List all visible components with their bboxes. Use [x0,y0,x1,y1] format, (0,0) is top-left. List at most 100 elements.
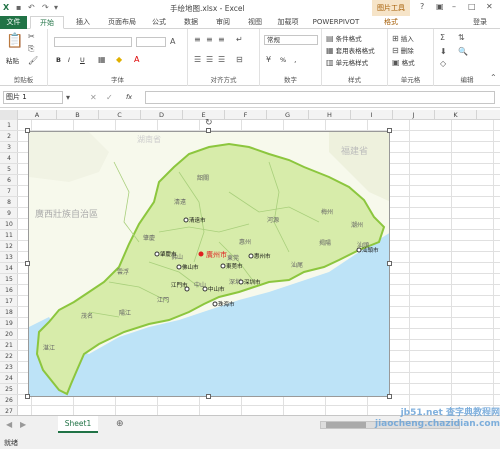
map-picture[interactable]: 湖南省 福建省 廣西壯族自治區 韶關 清遠 河源 梅州 潮州 肇慶 揭陽 汕頭 … [28,131,390,397]
paste-button-label[interactable]: 粘贴 [6,55,19,65]
conditional-formatting-button[interactable]: ▤ 条件格式 [326,33,362,43]
number-format-combo[interactable]: 常规 [264,35,318,45]
align-left-icon[interactable]: ☰ [194,55,201,64]
comma-style-icon[interactable]: , [294,55,297,64]
help-icon[interactable]: ? [420,2,424,11]
format-as-table-button[interactable]: ▦ 套用表格格式 [326,45,375,55]
align-top-icon[interactable]: ≡ [194,35,201,44]
save-icon[interactable]: ▪ [16,3,21,12]
row-header[interactable]: 10 [0,219,18,230]
scroll-sheets-right-icon[interactable]: ▶ [20,420,26,429]
sign-in-link[interactable]: 登录 [464,16,496,29]
format-cells-button[interactable]: ▣ 格式 [392,57,415,67]
bold-button[interactable]: B [56,56,61,64]
row-header[interactable]: 14 [0,263,18,274]
accounting-format-icon[interactable]: ¥ [266,55,271,64]
resize-handle[interactable] [387,394,392,399]
tab-format[interactable]: 格式 [372,16,410,29]
fill-color-icon[interactable]: ◆ [116,55,122,64]
column-header[interactable]: K [435,110,477,120]
row-header[interactable]: 3 [0,142,18,153]
merge-center-icon[interactable]: ⊟ [236,55,243,64]
tab-insert[interactable]: 插入 [66,16,100,29]
find-select-icon[interactable]: 🔍 [458,47,468,56]
column-header[interactable]: E [183,110,225,120]
confirm-entry-icon[interactable]: ✓ [106,93,113,102]
row-header[interactable]: 1 [0,120,18,131]
rotate-handle-icon[interactable]: ↻ [205,118,213,128]
row-header[interactable]: 13 [0,252,18,263]
tab-view[interactable]: 视图 [240,16,270,29]
column-header[interactable]: H [309,110,351,120]
resize-handle[interactable] [206,394,211,399]
tab-file[interactable]: 文件 [0,16,27,29]
row-header[interactable]: 22 [0,351,18,362]
tab-page-layout[interactable]: 页面布局 [102,16,142,29]
new-sheet-icon[interactable]: ⊕ [116,419,124,429]
redo-icon[interactable]: ↷ [42,3,49,12]
resize-handle[interactable] [387,261,392,266]
align-middle-icon[interactable]: ≡ [206,35,213,44]
row-header[interactable]: 23 [0,362,18,373]
grow-font-icon[interactable]: A [170,37,175,46]
font-color-icon[interactable]: A [134,55,139,64]
resize-handle[interactable] [206,128,211,133]
italic-button[interactable]: I [68,56,70,64]
copy-icon[interactable]: ⎘ [28,44,34,54]
scroll-sheets-left-icon[interactable]: ◀ [6,420,12,429]
clear-icon[interactable]: ◇ [440,59,446,68]
row-header[interactable]: 11 [0,230,18,241]
cut-icon[interactable]: ✂ [28,32,35,41]
row-header[interactable]: 5 [0,164,18,175]
font-size-combo[interactable] [136,37,166,47]
resize-handle[interactable] [25,128,30,133]
tab-powerpivot[interactable]: POWERPIVOT [306,16,366,29]
column-header[interactable]: C [99,110,141,120]
delete-cells-button[interactable]: ⊟ 删除 [392,45,414,55]
tab-review[interactable]: 审阅 [208,16,238,29]
name-box[interactable]: 图片 1 [3,91,63,104]
format-painter-icon[interactable]: 🖌 [28,56,38,65]
row-header[interactable]: 20 [0,329,18,340]
paste-icon[interactable]: 📋 [6,33,23,49]
percent-button[interactable]: % [280,56,286,64]
row-header[interactable]: 6 [0,175,18,186]
undo-icon[interactable]: ↶ [28,3,35,12]
align-right-icon[interactable]: ☰ [218,55,225,64]
cancel-entry-icon[interactable]: ✕ [90,93,97,102]
row-header[interactable]: 21 [0,340,18,351]
column-header[interactable]: I [351,110,393,120]
tab-home[interactable]: 开始 [30,16,64,29]
ribbon-display-icon[interactable]: ▣ [436,2,444,11]
autosum-icon[interactable]: Σ [440,33,445,42]
row-header[interactable]: 2 [0,131,18,142]
formula-input[interactable] [145,91,495,104]
underline-button[interactable]: U [80,56,85,64]
maximize-icon[interactable]: □ [468,2,476,11]
sheet-tab[interactable]: Sheet1 [58,416,98,433]
sort-filter-icon[interactable]: ⇅ [458,33,465,42]
row-header[interactable]: 24 [0,373,18,384]
row-header[interactable]: 15 [0,274,18,285]
select-all-corner[interactable] [0,110,18,120]
row-header[interactable]: 17 [0,296,18,307]
row-header[interactable]: 18 [0,307,18,318]
align-center-icon[interactable]: ☰ [206,55,213,64]
column-header[interactable]: D [141,110,183,120]
row-header[interactable]: 9 [0,208,18,219]
tab-addins[interactable]: 加载项 [272,16,304,29]
row-header[interactable]: 19 [0,318,18,329]
close-icon[interactable]: ✕ [486,2,493,11]
resize-handle[interactable] [387,128,392,133]
row-header[interactable]: 25 [0,384,18,395]
align-bottom-icon[interactable]: ≡ [218,35,225,44]
row-header[interactable]: 26 [0,395,18,406]
column-header[interactable]: F [225,110,267,120]
cell-styles-button[interactable]: ▥ 单元格样式 [326,57,368,67]
resize-handle[interactable] [25,394,30,399]
row-header[interactable]: 12 [0,241,18,252]
customize-quick-access-icon[interactable]: ▾ [54,3,58,12]
column-header[interactable]: A [18,110,57,120]
row-header[interactable]: 7 [0,186,18,197]
name-box-dropdown-icon[interactable]: ▾ [66,93,70,102]
